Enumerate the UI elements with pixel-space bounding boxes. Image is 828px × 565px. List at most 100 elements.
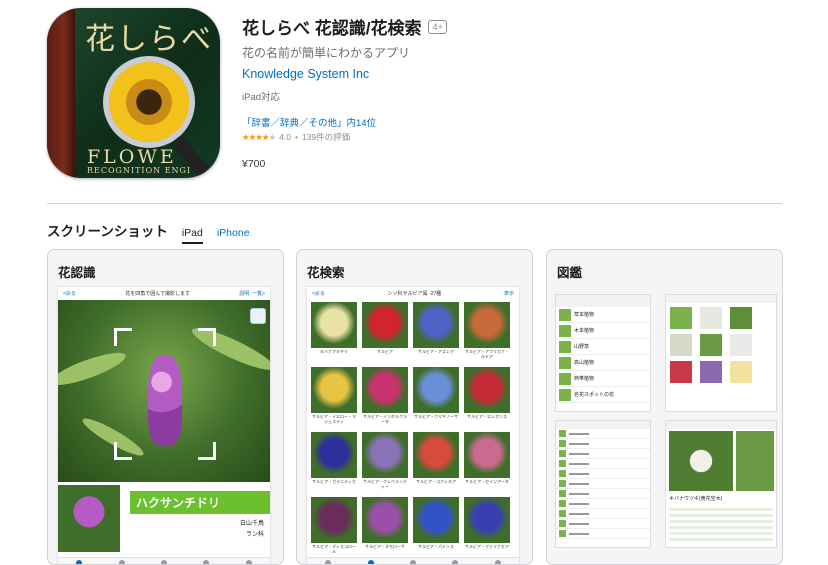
list-thumb — [559, 520, 566, 527]
list-row — [556, 519, 650, 529]
flower-grid-item: サルビア・イエロー・マジェスティ — [311, 367, 357, 427]
category-label: 熱帯植物 — [574, 376, 595, 382]
flower-thumb — [464, 302, 510, 348]
orchid-flower — [148, 355, 182, 445]
flower-thumb — [362, 497, 408, 543]
flower-thumb — [700, 307, 722, 329]
category-row: 山野草 — [556, 339, 650, 355]
icon-subtitle: FLOWE — [87, 146, 177, 168]
category-label: 草本植物 — [574, 312, 595, 318]
tab-icon — [367, 559, 374, 564]
screen-tabbar — [58, 557, 270, 564]
category-thumb — [559, 340, 571, 353]
screenshot-card-search[interactable]: 花検索 <戻る シソ科サルビア属 -27種 表示 キバナアキギリ サルビア サルビア… — [296, 249, 533, 565]
flower-thumb — [730, 361, 752, 383]
tab-iphone[interactable]: iPhone — [217, 227, 250, 242]
flower-caption: サルビア・ネモローサ — [365, 544, 405, 549]
app-title: 花しらべ 花認識/花検索 — [242, 19, 422, 38]
screen-tabbar — [307, 557, 519, 564]
list-thumb — [559, 470, 566, 477]
icon-subtitle-small: RECOGNITION ENGI — [87, 166, 192, 175]
screenshot-card-recognition[interactable]: 花認識 <戻る 花を四角で囲んで撮影します 説明 一覧> ハクサンチドリ 白山千… — [47, 249, 284, 565]
tab-icon — [203, 559, 210, 564]
list-thumb — [559, 430, 566, 437]
list-text-line — [569, 482, 589, 485]
list-row — [556, 479, 650, 489]
icon-book-spine — [47, 8, 75, 178]
flower-caption: サルビア・ファリナセア — [465, 544, 509, 549]
category-thumb — [559, 308, 571, 321]
card-title: 花検索 — [307, 266, 345, 280]
list-text-line — [569, 502, 589, 505]
capture-icon — [250, 308, 266, 324]
list-thumb — [559, 460, 566, 467]
tab-icon — [118, 559, 125, 564]
list-row — [556, 499, 650, 509]
flower-thumb — [700, 334, 722, 356]
category-label: 山野草 — [574, 344, 590, 350]
flower-caption: サルビア・セイジアータ — [465, 479, 509, 484]
screenshots-header: スクリーンショット iPad iPhone — [47, 220, 250, 244]
flower-grid-item: サルビア・ディスコロール — [311, 497, 357, 557]
app-icon: 花しらべ FLOWE RECOGNITION ENGI — [47, 8, 220, 178]
nav-right-links: 説明 一覧> — [239, 290, 265, 297]
category-label: 高山植物 — [574, 360, 595, 366]
screenshot-screen: <戻る 花を四角で囲んで撮影します 説明 一覧> ハクサンチドリ 白山千鳥 ラン… — [58, 287, 270, 564]
flower-caption: サルビア・アズレア — [418, 349, 454, 354]
mini-screen-detail: キバナウツギ(黄花空木) — [665, 420, 777, 548]
back-link: <戻る — [312, 290, 325, 297]
display-link: 表示 — [503, 290, 514, 297]
category-rank-link[interactable]: 「辞書／辞典／その他」内14位 — [242, 115, 802, 129]
screenshot-screen: <戻る シソ科サルビア属 -27種 表示 キバナアキギリ サルビア サルビア・アズレ… — [307, 287, 519, 564]
flower-grid-item: サルビア・ウリギノーサ — [413, 367, 459, 427]
section-divider — [47, 203, 782, 204]
category-list: 草本植物木本植物山野草高山植物熱帯植物名花スポットの花 — [556, 307, 650, 403]
price: ¥700 — [242, 158, 266, 170]
flower-caption: サルビア・ウリギノーサ — [414, 414, 458, 419]
mini-navbar — [666, 295, 776, 303]
flower-caption: サルビア・アフリカナ・ルテア — [465, 349, 509, 359]
flower-thumb — [362, 302, 408, 348]
list-text-line — [569, 512, 589, 515]
category-label: 木本植物 — [574, 328, 595, 334]
focus-frame-corner — [198, 442, 216, 460]
list-thumb — [559, 500, 566, 507]
focus-frame-corner — [114, 442, 132, 460]
result-thumbnail — [58, 485, 120, 552]
mini-navbar — [666, 421, 776, 429]
flower-grid-item: サルビア・アフリカナ・ルテア — [464, 302, 510, 362]
tab-icon — [494, 559, 501, 564]
mini-flower-grid — [666, 303, 776, 387]
screenshot-card-encyclopedia[interactable]: 図鑑 草本植物 木本植物 山野草 高山植物 熱帯植物 名花スポットの花 キバナウツギ(黄花… — [546, 249, 783, 565]
category-label: 名花スポットの花 — [574, 392, 615, 398]
flower-caption: サルビア・コクシネア — [416, 479, 456, 484]
category-row: 木本植物 — [556, 323, 650, 339]
icon-title-text: 花しらべ — [85, 22, 213, 57]
flower-thumb — [311, 497, 357, 543]
app-subtitle: 花の名前が簡単にわかるアプリ — [242, 46, 411, 60]
category-thumb — [559, 388, 571, 401]
list-row — [556, 529, 650, 539]
flower-thumb — [464, 367, 510, 413]
flower-caption: キバナアキギリ — [320, 349, 348, 354]
flower-caption: サルビア・ディスコロール — [312, 544, 356, 554]
flower-grid-item: サルビア・ガラニティカ — [311, 432, 357, 492]
result-kanji-name: 白山千鳥 — [239, 521, 264, 527]
app-info: 花しらべ 花認識/花検索 4+ 花の名前が簡単にわかるアプリ Knowledge… — [242, 14, 802, 170]
list-thumb — [559, 490, 566, 497]
developer-link[interactable]: Knowledge System Inc — [242, 67, 369, 81]
star-rating-icon: ★★★★★ — [242, 131, 276, 142]
flower-grid: キバナアキギリ サルビア サルビア・アズレア サルビア・アフリカナ・ルテア サルビア・イ… — [311, 302, 510, 557]
flower-thumb — [311, 302, 357, 348]
list-text-line — [569, 462, 589, 465]
flower-caption: サルビア・イエロー・マジェスティ — [312, 414, 356, 424]
result-panel: ハクサンチドリ 白山千鳥 ラン科 — [120, 485, 270, 552]
list-text-line — [569, 442, 589, 445]
flower-grid-item: サルビア・インボルクラータ — [362, 367, 408, 427]
result-family: ラン科 — [245, 532, 264, 538]
flower-grid-item: サルビア・セイジアータ — [464, 432, 510, 492]
list-row — [556, 469, 650, 479]
tab-ipad[interactable]: iPad — [181, 227, 203, 244]
list-row — [556, 459, 650, 469]
flower-thumb — [413, 302, 459, 348]
